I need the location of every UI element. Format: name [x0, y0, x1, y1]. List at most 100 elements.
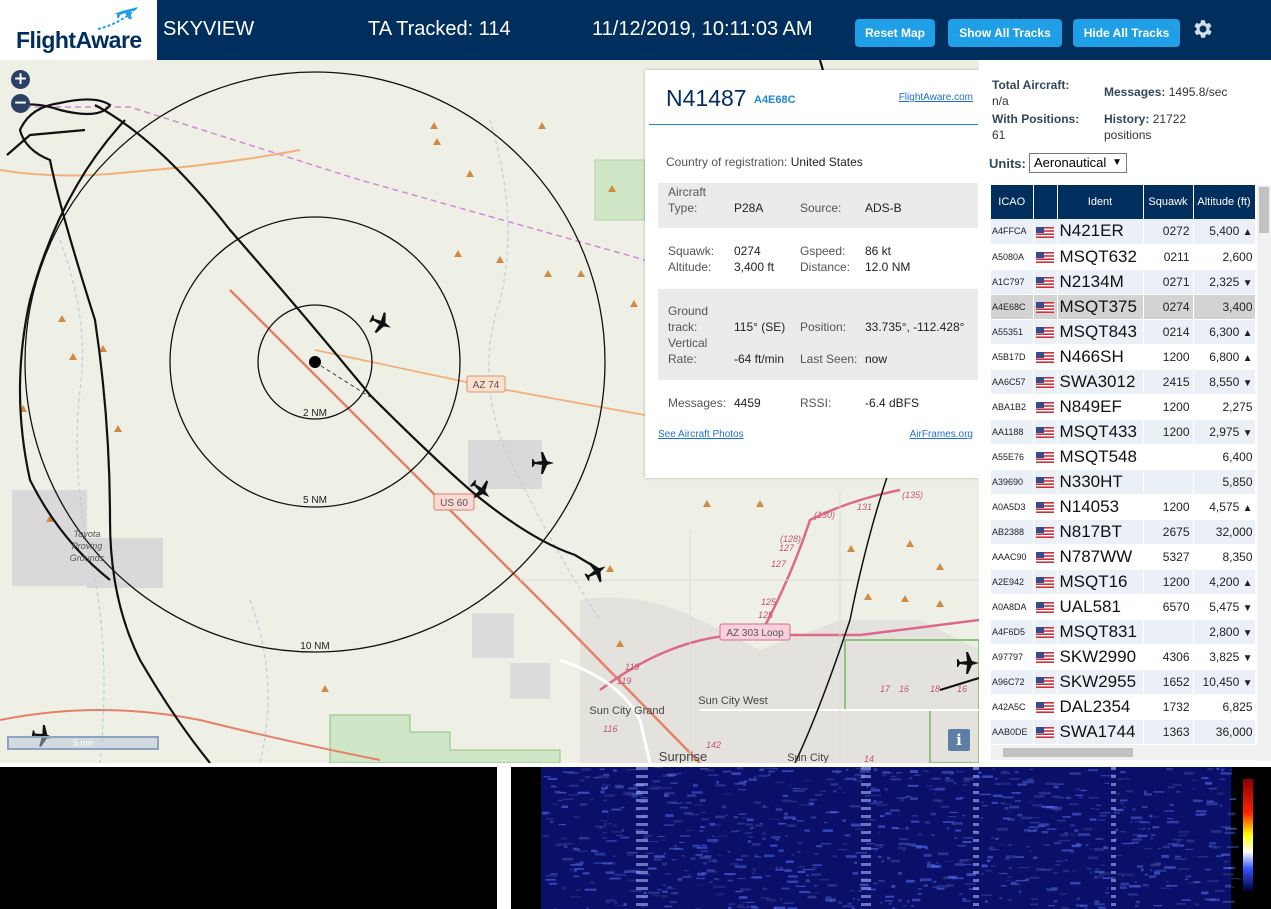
altitude-value: 2,325 — [1209, 274, 1240, 289]
table-horizontal-scrollbar[interactable] — [991, 745, 1257, 760]
aircraft-type-label: Aircraft — [668, 185, 707, 199]
hide-all-tracks-button[interactable]: Hide All Tracks — [1073, 19, 1180, 47]
cell-altitude: 8,350 — [1193, 544, 1256, 570]
cell-altitude: 6,400 — [1193, 444, 1256, 470]
table-row[interactable]: A4F6D5 MSQT831 2,800 ▼ — [991, 619, 1256, 645]
us-flag-icon — [1036, 326, 1054, 338]
table-vertical-scrollbar[interactable] — [1257, 185, 1271, 761]
cell-icao: A4F6D5 — [991, 619, 1034, 645]
us-flag-icon — [1036, 576, 1054, 588]
cell-ident: DAL2354 — [1057, 694, 1144, 720]
table-row[interactable]: AB2388 N817BT 2675 32,000 — [991, 519, 1256, 545]
table-row[interactable]: A5080A MSQT632 0211 2,600 — [991, 244, 1256, 270]
cell-squawk: 2675 — [1143, 519, 1194, 545]
gear-icon[interactable] — [1190, 17, 1214, 41]
altitude-value: 3,400 ft — [734, 260, 775, 274]
table-row[interactable]: AA6C57 SWA3012 2415 8,550 ▼ — [991, 369, 1256, 395]
altitude-value: 6,825 — [1222, 699, 1253, 714]
zoom-out-button[interactable]: − — [11, 94, 30, 113]
col-header-altitude[interactable]: Altitude (ft) — [1193, 185, 1256, 219]
ring-label-5nm: 5 NM — [303, 495, 327, 506]
altitude-trend-icon: ▼ — [1242, 602, 1253, 614]
us-flag-icon — [1036, 426, 1054, 438]
altitude-trend-icon: ▼ — [1242, 677, 1253, 689]
table-row[interactable]: A4FFCA N421ER 0272 5,400 ▲ — [991, 219, 1256, 245]
cell-icao: AA6C57 — [991, 369, 1034, 395]
route-number: 127 — [779, 543, 795, 553]
airframes-link[interactable]: AirFrames.org — [910, 429, 973, 440]
table-row[interactable]: A97797 SKW2990 4306 3,825 ▼ — [991, 644, 1256, 670]
cell-icao: A2E942 — [991, 569, 1034, 595]
altitude-value: 6,300 — [1209, 324, 1240, 339]
cell-flag — [1033, 344, 1058, 370]
tracked-count: TA Tracked: 114 — [368, 18, 511, 40]
flightaware-link[interactable]: FlightAware.com — [899, 92, 973, 103]
cell-squawk: 1363 — [1143, 719, 1194, 745]
table-row[interactable]: A42A5C DAL2354 1732 6,825 — [991, 694, 1256, 720]
us-flag-icon — [1036, 401, 1054, 413]
col-header-icao[interactable]: ICAO — [991, 185, 1034, 219]
gspeed-label: Gspeed: — [800, 244, 846, 258]
table-row[interactable]: A5B17D N466SH 1200 6,800 ▲ — [991, 344, 1256, 370]
cell-icao: A1C797 — [991, 269, 1034, 295]
altitude-value: 32,000 — [1215, 524, 1253, 539]
cell-altitude: 6,825 — [1193, 694, 1256, 720]
col-header-flag[interactable] — [1033, 185, 1058, 219]
scrollbar-thumb[interactable] — [1259, 187, 1269, 233]
scrollbar-thumb[interactable] — [1003, 748, 1133, 757]
position-value: 33.735°, -112.428° — [865, 320, 965, 334]
col-header-squawk[interactable]: Squawk — [1143, 185, 1194, 219]
ring-label-10nm: 10 NM — [300, 641, 329, 652]
gspeed-value: 86 kt — [865, 244, 892, 258]
table-row[interactable]: A96C72 SKW2955 1652 10,450 ▼ — [991, 669, 1256, 695]
ground-track-value: 115° (SE) — [734, 320, 786, 334]
squawk-value: 0274 — [734, 244, 761, 258]
table-row[interactable]: ABA1B2 N849EF 1200 2,275 — [991, 394, 1256, 420]
cell-altitude: 2,325 ▼ — [1193, 269, 1256, 295]
show-all-tracks-button[interactable]: Show All Tracks — [948, 19, 1062, 47]
route-number: 17 — [880, 684, 891, 694]
us-flag-icon — [1036, 451, 1054, 463]
cell-icao: ABA1B2 — [991, 394, 1034, 420]
cell-icao: A0A5D3 — [991, 494, 1034, 520]
map-info-button[interactable]: i — [948, 729, 970, 751]
messages-value: 4459 — [734, 396, 761, 410]
table-row[interactable]: A2E942 MSQT16 1200 4,200 ▲ — [991, 569, 1256, 595]
zoom-in-button[interactable]: + — [11, 70, 30, 89]
aircraft-type-value: P28A — [734, 201, 764, 215]
cell-ident: N330HT — [1057, 469, 1144, 495]
aircraft-photos-link[interactable]: See Aircraft Photos — [658, 429, 744, 440]
table-row[interactable]: A55E76 MSQT548 6,400 — [991, 444, 1256, 470]
altitude-trend-icon: ▼ — [1242, 652, 1253, 664]
table-row[interactable]: A39690 N330HT 5,850 — [991, 469, 1256, 495]
table-row[interactable]: A0A8DA UAL581 6570 5,475 ▼ — [991, 594, 1256, 620]
table-header-row: ICAO Ident Squawk Altitude (ft) — [991, 185, 1256, 219]
cell-flag — [1033, 219, 1058, 245]
top-bar: FlightAware SKYVIEW TA Tracked: 114 11/1… — [0, 0, 1271, 60]
table-row[interactable]: AAAC90 N787WW 5327 8,350 — [991, 544, 1256, 570]
cell-altitude: 3,400 — [1193, 294, 1256, 320]
altitude-value: 8,350 — [1222, 549, 1253, 564]
cell-flag — [1033, 644, 1058, 670]
col-header-ident[interactable]: Ident — [1057, 185, 1144, 219]
table-row-selected[interactable]: A4E68C MSQT375 0274 3,400 — [991, 294, 1256, 320]
altitude-value: 3,825 — [1209, 649, 1240, 664]
table-row[interactable]: AAB0DE SWA1744 1363 36,000 — [991, 719, 1256, 745]
cell-icao: AAB0DE — [991, 719, 1034, 745]
cell-squawk — [1143, 619, 1194, 645]
table-row[interactable]: AA1188 MSQT433 1200 2,975 ▼ — [991, 419, 1256, 445]
units-select[interactable]: Aeronautical ▼ — [1029, 153, 1127, 173]
cell-squawk: 1200 — [1143, 494, 1194, 520]
table-row[interactable]: A1C797 N2134M 0271 2,325 ▼ — [991, 269, 1256, 295]
altitude-value: 2,975 — [1209, 424, 1240, 439]
flightaware-logo[interactable]: FlightAware — [0, 0, 157, 60]
altitude-trend-icon: ▲ — [1242, 327, 1253, 339]
messages-label: Messages: — [668, 396, 727, 410]
reset-map-button[interactable]: Reset Map — [855, 19, 935, 47]
table-row[interactable]: A0A5D3 N14053 1200 4,575 ▲ — [991, 494, 1256, 520]
table-row[interactable]: A55351 MSQT843 0214 6,300 ▲ — [991, 319, 1256, 345]
cell-icao: A4E68C — [991, 294, 1034, 320]
cell-altitude: 6,300 ▲ — [1193, 319, 1256, 345]
altitude-trend-icon: ▲ — [1242, 227, 1253, 239]
vertical-rate-value: -64 ft/min — [734, 352, 785, 366]
